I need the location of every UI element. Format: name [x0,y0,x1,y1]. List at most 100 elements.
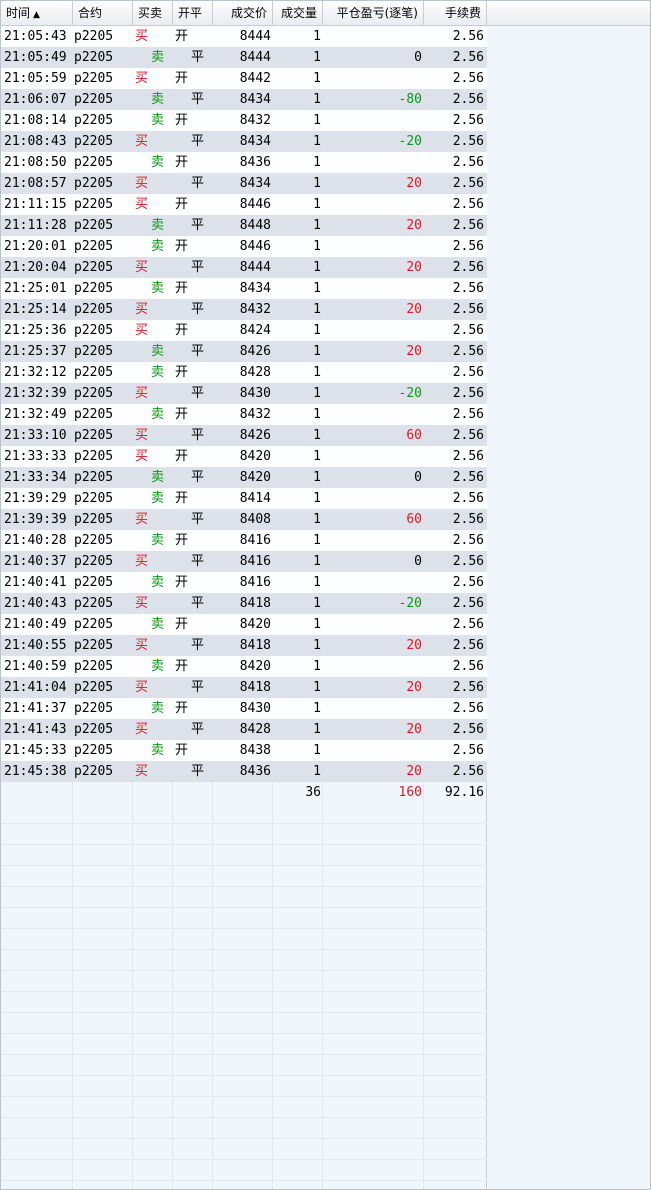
cell-time: 21:32:39 [4,386,67,401]
cell-side: 买 [135,176,149,191]
table-row[interactable]: 21:06:07 p2205 卖 平 8434 1 -80 2.56 [1,89,487,110]
cell-pnl: 20 [406,302,422,317]
empty-row [1,1118,487,1139]
table-row[interactable]: 21:32:12 p2205 卖开 8428 1 2.56 [1,362,487,383]
table-row[interactable]: 21:32:39 p2205 买 平 8430 1 -20 2.56 [1,383,487,404]
cell-contract: p2205 [74,365,114,380]
cell-contract: p2205 [74,680,114,695]
empty-row [1,1181,487,1189]
table-row[interactable]: 21:39:29 p2205 卖开 8414 1 2.56 [1,488,487,509]
table-row[interactable]: 21:41:43 p2205 买 平 8428 1 20 2.56 [1,719,487,740]
table-row[interactable]: 21:08:43 p2205 买 平 8434 1 -20 2.56 [1,131,487,152]
cell-contract: p2205 [74,470,114,485]
col-header-time[interactable]: 时间 ▲ [1,1,73,25]
table-row[interactable]: 21:25:14 p2205 买 平 8432 1 20 2.56 [1,299,487,320]
cell-open-close: 开 [175,701,189,716]
cell-time: 21:25:14 [4,302,67,317]
table-row[interactable]: 21:45:38 p2205 买 平 8436 1 20 2.56 [1,761,487,782]
cell-contract: p2205 [74,407,114,422]
cell-fee: 2.56 [452,302,484,317]
cell-side: 卖 [151,701,165,716]
cell-pnl: 0 [414,554,422,569]
table-row[interactable]: 21:05:59 p2205 买 开 8442 1 2.56 [1,68,487,89]
table-row[interactable]: 21:05:49 p2205 卖 平 8444 1 0 2.56 [1,47,487,68]
cell-price: 8420 [239,659,271,674]
cell-side: 卖 [151,617,165,632]
table-row[interactable]: 21:33:34 p2205 卖 平 8420 1 0 2.56 [1,467,487,488]
table-row[interactable]: 21:05:43 p2205 买 开 8444 1 2.56 [1,26,487,47]
cell-fee: 2.56 [452,29,484,44]
col-header-pnl[interactable]: 平仓盈亏(逐笔) [323,1,424,25]
table-row[interactable]: 21:20:04 p2205 买 平 8444 1 20 2.56 [1,257,487,278]
cell-open-close: 平 [191,176,205,191]
empty-row [1,1034,487,1055]
cell-side: 买 [135,680,149,695]
cell-contract: p2205 [74,323,114,338]
cell-price: 8424 [239,323,271,338]
cell-pnl: 20 [406,344,422,359]
table-row[interactable]: 21:32:49 p2205 卖开 8432 1 2.56 [1,404,487,425]
cell-fee: 2.56 [452,680,484,695]
cell-volume: 1 [313,575,321,590]
cell-open-close: 开 [175,743,189,758]
empty-row [1,950,487,971]
cell-time: 21:25:01 [4,281,67,296]
cell-time: 21:25:36 [4,323,67,338]
cell-price: 8418 [239,638,271,653]
table-row[interactable]: 21:25:36 p2205 买 开 8424 1 2.56 [1,320,487,341]
table-row[interactable]: 21:20:01 p2205 卖开 8446 1 2.56 [1,236,487,257]
cell-volume: 1 [313,197,321,212]
col-header-volume[interactable]: 成交量 [273,1,323,25]
cell-price: 8414 [239,491,271,506]
table-row[interactable]: 21:40:37 p2205 买 平 8416 1 0 2.56 [1,551,487,572]
table-row[interactable]: 21:40:28 p2205 卖开 8416 1 2.56 [1,530,487,551]
table-row[interactable]: 21:25:37 p2205 卖 平 8426 1 20 2.56 [1,341,487,362]
cell-pnl: 60 [406,428,422,443]
table-row[interactable]: 21:40:49 p2205 卖开 8420 1 2.56 [1,614,487,635]
cell-fee: 2.56 [452,323,484,338]
cell-contract: p2205 [74,260,114,275]
cell-fee: 2.56 [452,386,484,401]
col-header-fee[interactable]: 手续费 [424,1,487,25]
table-row[interactable]: 21:25:01 p2205 卖开 8434 1 2.56 [1,278,487,299]
table-row[interactable]: 21:39:39 p2205 买 平 8408 1 60 2.56 [1,509,487,530]
cell-open-close: 平 [191,92,205,107]
cell-pnl: 0 [414,50,422,65]
cell-price: 8444 [239,29,271,44]
table-row[interactable]: 21:08:57 p2205 买 平 8434 1 20 2.56 [1,173,487,194]
table-row[interactable]: 21:45:33 p2205 卖开 8438 1 2.56 [1,740,487,761]
table-row[interactable]: 21:33:10 p2205 买 平 8426 1 60 2.56 [1,425,487,446]
table-row[interactable]: 21:08:50 p2205 卖开 8436 1 2.56 [1,152,487,173]
cell-fee: 2.56 [452,92,484,107]
cell-side: 卖 [151,743,165,758]
table-row[interactable]: 21:33:33 p2205 买 开 8420 1 2.56 [1,446,487,467]
cell-open-close: 开 [175,659,189,674]
cell-side: 买 [135,554,149,569]
col-header-contract[interactable]: 合约 [73,1,133,25]
table-row[interactable]: 21:40:59 p2205 卖开 8420 1 2.56 [1,656,487,677]
table-row[interactable]: 21:11:28 p2205 卖 平 8448 1 20 2.56 [1,215,487,236]
cell-open-close: 平 [191,680,205,695]
cell-volume: 1 [313,302,321,317]
col-header-price[interactable]: 成交价 [213,1,273,25]
col-header-side[interactable]: 买卖 [133,1,173,25]
cell-time: 21:40:59 [4,659,67,674]
totals-row: 36 160 92.16 [1,782,487,803]
table-row[interactable]: 21:11:15 p2205 买 开 8446 1 2.56 [1,194,487,215]
table-row[interactable]: 21:40:43 p2205 买 平 8418 1 -20 2.56 [1,593,487,614]
cell-side: 买 [135,29,149,44]
col-header-open-close[interactable]: 开平 [173,1,213,25]
table-header: 时间 ▲ 合约 买卖 开平 成交价 成交量 平仓盈亏(逐笔) 手续费 [1,1,650,26]
table-row[interactable]: 21:41:37 p2205 卖开 8430 1 2.56 [1,698,487,719]
table-row[interactable]: 21:40:55 p2205 买 平 8418 1 20 2.56 [1,635,487,656]
cell-pnl: -20 [398,596,422,611]
cell-side: 卖 [151,281,165,296]
cell-volume: 1 [313,470,321,485]
cell-fee: 2.56 [452,281,484,296]
table-row[interactable]: 21:08:14 p2205 卖开 8432 1 2.56 [1,110,487,131]
cell-open-close: 开 [175,617,189,632]
table-row[interactable]: 21:40:41 p2205 卖开 8416 1 2.56 [1,572,487,593]
cell-open-close: 平 [191,50,205,65]
table-row[interactable]: 21:41:04 p2205 买 平 8418 1 20 2.56 [1,677,487,698]
cell-side: 卖 [151,113,165,128]
